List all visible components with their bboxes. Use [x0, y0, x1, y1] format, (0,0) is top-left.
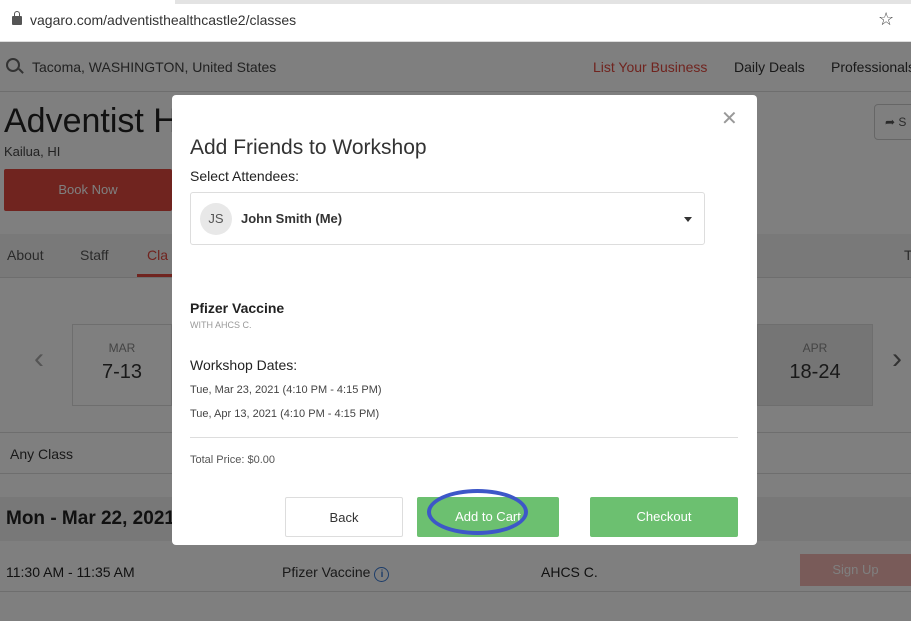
- workshop-staff: WITH AHCS C.: [190, 320, 252, 330]
- highlight-annotation: [427, 489, 528, 535]
- attendee-select[interactable]: JS John Smith (Me): [190, 192, 705, 245]
- workshop-date: Tue, Mar 23, 2021 (4:10 PM - 4:15 PM): [190, 384, 382, 396]
- select-attendees-label: Select Attendees:: [190, 168, 299, 184]
- total-price: Total Price: $0.00: [190, 454, 275, 466]
- bookmark-star-icon[interactable]: ☆: [878, 9, 894, 30]
- tab-strip-edge: [175, 0, 911, 4]
- modal-title: Add Friends to Workshop: [190, 136, 427, 159]
- lock-icon: [12, 11, 22, 25]
- browser-address-bar[interactable]: vagaro.com/adventisthealthcastle2/classe…: [0, 0, 911, 42]
- attendee-name: John Smith (Me): [241, 211, 343, 226]
- workshop-date: Tue, Apr 13, 2021 (4:10 PM - 4:15 PM): [190, 408, 380, 420]
- url-text[interactable]: vagaro.com/adventisthealthcastle2/classe…: [30, 12, 296, 28]
- workshop-dates-label: Workshop Dates:: [190, 357, 298, 373]
- workshop-class-name: Pfizer Vaccine: [190, 300, 285, 316]
- caret-down-icon[interactable]: [684, 217, 692, 222]
- close-icon[interactable]: ✕: [721, 109, 738, 129]
- divider: [190, 437, 738, 438]
- checkout-button[interactable]: Checkout: [590, 497, 738, 537]
- add-friends-modal: ✕ Add Friends to Workshop Select Attende…: [172, 95, 757, 545]
- back-button[interactable]: Back: [285, 497, 403, 537]
- avatar: JS: [200, 203, 232, 235]
